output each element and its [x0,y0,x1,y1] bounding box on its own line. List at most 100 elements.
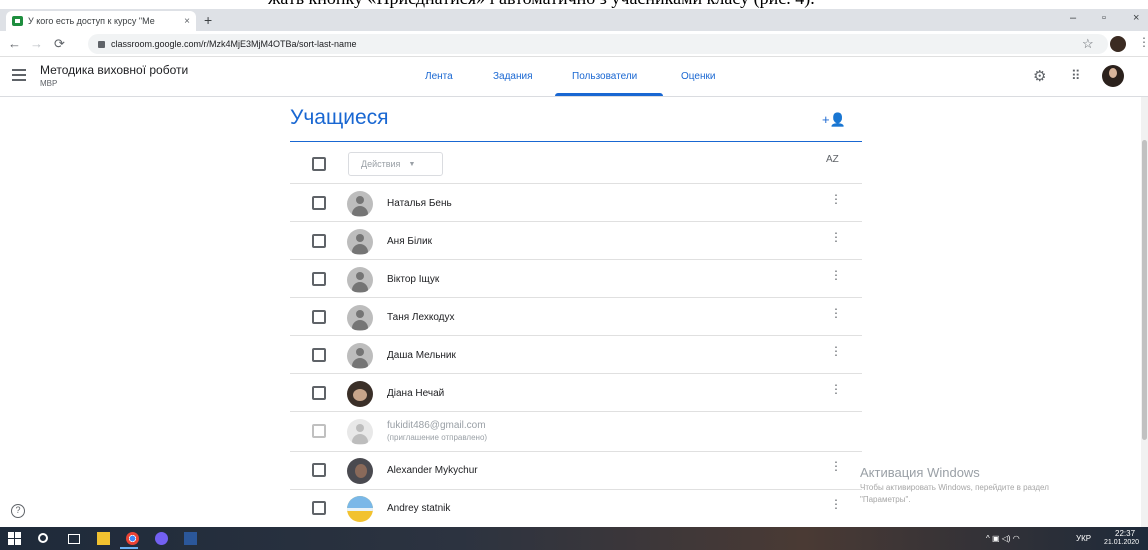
sort-az-icon[interactable]: AZ [826,154,839,165]
lock-icon [98,40,105,48]
student-name[interactable]: Даша Мельник [387,350,456,361]
window-close-button[interactable]: × [1133,12,1139,24]
activation-watermark-line: Чтобы активировать Windows, перейдите в … [860,483,1049,492]
student-name[interactable]: Наталья Бень [387,198,452,209]
more-vert-icon[interactable]: ⋮ [830,345,842,357]
heading-divider [290,141,862,142]
student-checkbox[interactable] [312,196,326,210]
student-checkbox[interactable] [312,234,326,248]
more-vert-icon[interactable]: ⋮ [830,269,842,281]
window-minimize-button[interactable]: – [1070,12,1076,24]
search-icon[interactable] [38,533,48,543]
more-vert-icon[interactable]: ⋮ [830,383,842,395]
more-vert-icon[interactable]: ⋮ [830,193,842,205]
activation-watermark-title: Активация Windows [860,465,980,480]
hamburger-menu-icon[interactable] [12,69,26,81]
student-name[interactable]: Таня Лехкодух [387,312,455,323]
student-checkbox[interactable] [312,310,326,324]
row-divider [290,451,862,452]
avatar [347,381,373,407]
select-all-checkbox[interactable] [312,157,326,171]
language-indicator[interactable]: УКР [1076,534,1091,543]
row-divider [290,297,862,298]
row-divider [290,259,862,260]
active-tab-indicator [555,93,663,96]
clock-time[interactable]: 22:37 [1115,529,1135,538]
file-explorer-icon[interactable] [97,532,110,545]
tab-people[interactable]: Пользователи [572,71,637,82]
chrome-icon[interactable] [126,532,139,545]
avatar [347,496,373,522]
viber-icon[interactable] [155,532,168,545]
browser-tab[interactable]: У кого есть доступ к курсу "Ме × [6,11,196,31]
url-field[interactable]: classroom.google.com/r/Mzk4MjE3MjM4OTBa/… [88,34,1108,54]
students-heading: Учащиеся [290,106,389,129]
avatar [347,191,373,217]
browser-tab-bar: У кого есть доступ к курсу "Ме × + – ▫ × [0,9,1148,31]
task-view-icon[interactable] [68,534,80,544]
scrollbar-thumb[interactable] [1142,140,1147,440]
bookmark-star-icon[interactable]: ☆ [1082,36,1094,52]
student-checkbox[interactable] [312,501,326,515]
clock-date[interactable]: 21.01.2020 [1104,539,1139,546]
new-tab-button[interactable]: + [204,12,212,28]
url-text: classroom.google.com/r/Mzk4MjE3MjM4OTBa/… [111,39,357,49]
tab-close-icon[interactable]: × [184,16,190,27]
windows-taskbar: ^ ▣ ◁) ◠ УКР 22:37 21.01.2020 [0,527,1148,550]
actions-label: Действия [361,159,401,169]
student-checkbox[interactable] [312,386,326,400]
settings-gear-icon[interactable]: ⚙ [1033,67,1046,85]
actions-dropdown[interactable]: Действия ▼ [348,152,443,176]
active-app-indicator [120,547,138,549]
row-divider [290,489,862,490]
back-arrow-icon[interactable]: ← [8,36,21,51]
student-name[interactable]: Andrey statnik [387,503,450,514]
browser-menu-icon[interactable]: ⋮ [1138,35,1148,49]
student-name[interactable]: Діана Нечай [387,388,444,399]
tab-title: У кого есть доступ к курсу "Ме [28,16,155,26]
document-text: жать кнопку «Приєднатися» і автоматично … [268,0,815,9]
student-name[interactable]: Віктор Іщук [387,274,439,285]
reload-icon[interactable]: ⟳ [54,36,65,52]
tab-grades[interactable]: Оценки [681,71,715,82]
row-divider [290,335,862,336]
chevron-down-icon: ▼ [408,160,416,168]
classroom-favicon-icon [12,16,23,26]
student-checkbox[interactable] [312,272,326,286]
apps-grid-icon[interactable]: ⠿ [1071,68,1081,84]
row-divider [290,221,862,222]
avatar [347,458,373,484]
avatar [347,419,373,445]
avatar [347,267,373,293]
course-subtitle: МВР [40,79,58,88]
avatar [347,305,373,331]
tab-stream[interactable]: Лента [425,71,453,82]
student-checkbox[interactable] [312,463,326,477]
tab-classwork[interactable]: Задания [493,71,533,82]
student-name[interactable]: Аня Білик [387,236,432,247]
person-add-icon[interactable]: +👤 [822,112,846,128]
student-checkbox[interactable] [312,348,326,362]
invitation-status: (приглашение отправлено) [387,433,488,442]
classroom-header: Методика виховної роботи МВР Лента Задан… [0,57,1148,97]
screen: жать кнопку «Приєднатися» і автоматично … [0,0,1148,550]
course-title[interactable]: Методика виховної роботи [40,63,188,77]
document-text-strip: жать кнопку «Приєднатися» і автоматично … [0,0,1148,9]
forward-arrow-icon[interactable]: → [30,36,43,51]
more-vert-icon[interactable]: ⋮ [830,307,842,319]
window-maximize-button[interactable]: ▫ [1102,12,1106,24]
windows-start-icon[interactable] [8,532,21,545]
avatar [347,343,373,369]
word-icon[interactable] [184,532,197,545]
account-avatar[interactable] [1102,65,1124,87]
system-tray-icons[interactable]: ^ ▣ ◁) ◠ [986,534,1020,543]
student-name[interactable]: Alexander Mykychur [387,465,478,476]
student-checkbox [312,424,326,438]
activation-watermark-line: "Параметры". [860,495,911,504]
help-icon[interactable]: ? [11,504,25,518]
more-vert-icon[interactable]: ⋮ [830,460,842,472]
browser-address-bar: ← → ⟳ classroom.google.com/r/Mzk4MjE3MjM… [0,31,1148,57]
browser-profile-avatar[interactable] [1110,36,1126,52]
more-vert-icon[interactable]: ⋮ [830,231,842,243]
more-vert-icon[interactable]: ⋮ [830,498,842,510]
